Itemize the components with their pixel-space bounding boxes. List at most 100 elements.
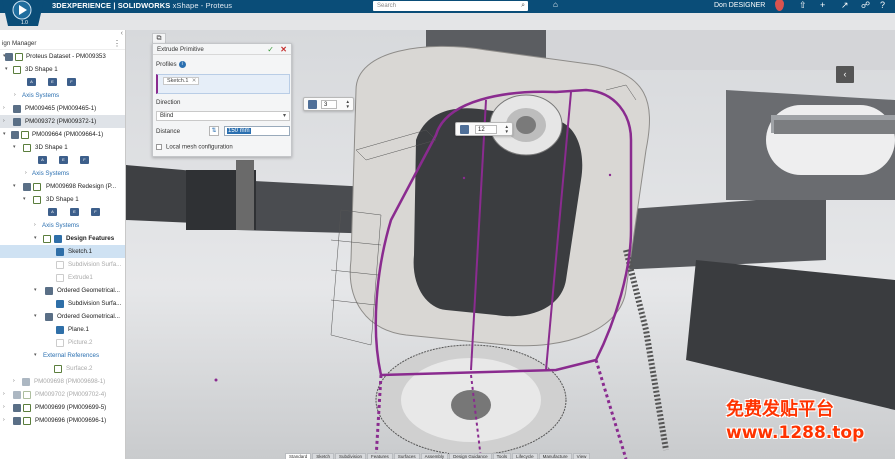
spinner-mid[interactable]: 12 ▲ ▼ — [455, 122, 513, 136]
tree-row-design-features[interactable]: ▾ Design Features — [0, 232, 125, 245]
spinner-value[interactable]: 12 — [475, 125, 497, 134]
shape-badge-icon[interactable]: F — [80, 156, 89, 164]
tree-row-label: Subdivision Surfa... — [68, 261, 122, 268]
app-title: 3DEXPERIENCE | SOLIDWORKS xShape - Prote… — [52, 1, 232, 10]
spinner-value[interactable]: 3 — [321, 100, 337, 109]
help-icon[interactable]: ? — [880, 0, 885, 10]
tab-manufacture[interactable]: Manufacture — [538, 453, 572, 459]
tree-row-label: Axis Systems — [22, 92, 60, 99]
tree-row-pm009702[interactable]: › PM009702 (PM009702-4) — [0, 388, 125, 401]
local-mesh-checkbox[interactable]: Local mesh configuration — [156, 144, 233, 151]
shape-badge-icon[interactable]: E — [48, 78, 57, 86]
tree-row-pm009372[interactable]: › PM009372 (PM009372-1) — [0, 115, 125, 128]
tree-row-3d-shape[interactable]: ▾ 3D Shape 1 — [0, 63, 125, 76]
tree-row-subdivision[interactable]: Subdivision Surfa... — [0, 258, 125, 271]
tree-row-pm009698[interactable]: › PM009698 (PM009698-1) — [0, 375, 125, 388]
shape-badge-icon[interactable]: F — [67, 78, 76, 86]
direction-select[interactable]: Blind ▾ — [156, 111, 290, 121]
tree-row-extrude[interactable]: Extrude1 — [0, 271, 125, 284]
remove-chip-icon[interactable]: ✕ — [192, 78, 197, 85]
tree-row-label: 3D Shape 1 — [46, 196, 79, 203]
info-icon[interactable]: i — [178, 61, 186, 68]
tab-sketch[interactable]: Sketch — [312, 453, 335, 459]
spin-arrows-icon[interactable]: ▲ ▼ — [505, 124, 509, 134]
panel-tab-icon[interactable]: ⧉ — [152, 33, 166, 43]
ordered-geometry-icon — [45, 312, 53, 321]
shape-badge-icon[interactable]: A — [38, 156, 47, 164]
tree-row-axis-3[interactable]: › Axis Systems — [0, 219, 125, 232]
tree-row-surface[interactable]: Surface.2 — [0, 362, 125, 375]
tree-row-3d-shape-2[interactable]: ▾ 3D Shape 1 — [0, 141, 125, 154]
tree-row-subdivision-2[interactable]: Subdivision Surfa... — [0, 297, 125, 310]
cancel-close-icon[interactable]: ✕ — [280, 44, 287, 55]
tree-row-sketch[interactable]: Sketch.1 — [0, 245, 125, 258]
collapse-panel-button[interactable]: ‹ — [836, 66, 854, 83]
shape-badge-icon[interactable]: E — [59, 156, 68, 164]
tab-design-guidance[interactable]: Design Guidance — [449, 453, 492, 459]
tree-row-ordered-geo[interactable]: ▾ Ordered Geometrical... — [0, 284, 125, 297]
tree-row-pm009664[interactable]: ▾ PM009664 (PM009664-1) — [0, 128, 125, 141]
profiles-label-text: Profiles — [156, 61, 177, 69]
box-icon — [11, 130, 19, 139]
ok-check-icon[interactable]: ✓ — [267, 44, 274, 55]
distance-input[interactable]: 150 mm — [224, 126, 290, 136]
tree-row-label: Picture.2 — [68, 339, 93, 346]
add-icon[interactable]: + — [820, 0, 825, 10]
tree-row-label: Surface.2 — [66, 365, 93, 372]
tree-row-pm009699[interactable]: › PM009699 (PM009699-5) — [0, 401, 125, 414]
tree-row-pm009696[interactable]: › PM009696 (PM009696-1) — [0, 414, 125, 427]
tab-assembly[interactable]: Assembly — [420, 453, 449, 459]
search-icon[interactable]: ⌕ — [521, 1, 525, 11]
tab-subdivision[interactable]: Subdivision — [335, 453, 367, 459]
tree-row-label: Subdivision Surfa... — [68, 300, 122, 307]
tree-row-dataset[interactable]: ▾Proteus Dataset - PM009353 — [0, 50, 125, 63]
tag-icon[interactable]: ⌂ — [553, 0, 558, 9]
tree-row-ext-ref[interactable]: ▾ External References — [0, 349, 125, 362]
shape-badge-icon[interactable]: A — [48, 208, 57, 216]
spin-arrows-icon[interactable]: ▲ ▼ — [346, 99, 350, 109]
compass-icon[interactable]: 1.0 — [2, 0, 44, 26]
collapse-icon[interactable]: ‹ — [121, 30, 123, 37]
shape-badge-icon[interactable]: F — [91, 208, 100, 216]
tab-standard[interactable]: Standard — [285, 453, 312, 459]
tree-row-plane[interactable]: Plane.1 — [0, 323, 125, 336]
communicate-icon[interactable]: ☍ — [861, 0, 870, 11]
tree-row-picture[interactable]: Picture.2 — [0, 336, 125, 349]
local-mesh-label: Local mesh configuration — [166, 144, 233, 151]
shape-badge-icon[interactable]: E — [70, 208, 79, 216]
tree-row-ordered-geo-2[interactable]: ▾ Ordered Geometrical... — [0, 310, 125, 323]
search-input[interactable]: Search ⌕ — [373, 1, 528, 11]
tab-features[interactable]: Features — [367, 453, 393, 459]
tree-row-axis-2[interactable]: › Axis Systems — [0, 167, 125, 180]
spinner-top[interactable]: 3 ▲ ▼ — [303, 97, 354, 111]
avatar-icon[interactable] — [775, 0, 784, 11]
profile-chip[interactable]: Sketch.1 ✕ — [163, 77, 200, 85]
tree-title-text: ign Manager — [2, 40, 37, 47]
shape-badge-icon[interactable]: A — [27, 78, 36, 86]
tab-tools[interactable]: Tools — [492, 453, 512, 459]
checkbox-icon[interactable] — [156, 144, 162, 150]
search-placeholder: Search — [377, 3, 397, 9]
box-icon — [13, 403, 21, 412]
tree-header: ‹ — [0, 30, 125, 38]
box-icon — [13, 117, 21, 126]
tab-surfaces[interactable]: Surfaces — [393, 453, 420, 459]
tab-view[interactable]: View — [572, 453, 591, 459]
tree-row-pm009698-redesign[interactable]: ▾ PM009698 Redesign (P... — [0, 180, 125, 193]
tree-row-label: Proteus Dataset - PM009353 — [26, 53, 106, 60]
share-icon[interactable]: ⇧ — [799, 0, 807, 11]
picture-icon — [56, 338, 64, 347]
user-name[interactable]: Don DESIGNER — [714, 2, 765, 9]
profiles-selection-box[interactable]: Sketch.1 ✕ — [156, 74, 290, 94]
tree-row-3d-shape-3[interactable]: ▾ 3D Shape 1 — [0, 193, 125, 206]
box-icon — [5, 52, 13, 61]
tree-row-pm009465[interactable]: › PM009465 (PM009465-1) — [0, 102, 125, 115]
flip-direction-button[interactable]: ⇅ — [209, 126, 219, 136]
tree-title: ign Manager ⋮ — [0, 38, 125, 50]
tab-lifecycle[interactable]: Lifecycle — [512, 453, 538, 459]
gear-icon — [23, 416, 31, 425]
tree-row-axis[interactable]: › Axis Systems — [0, 89, 125, 102]
more-options-icon[interactable]: ⋮ — [113, 38, 121, 50]
forward-icon[interactable]: ↗ — [841, 0, 849, 11]
tree-row-label: PM009372 (PM009372-1) — [25, 118, 97, 125]
